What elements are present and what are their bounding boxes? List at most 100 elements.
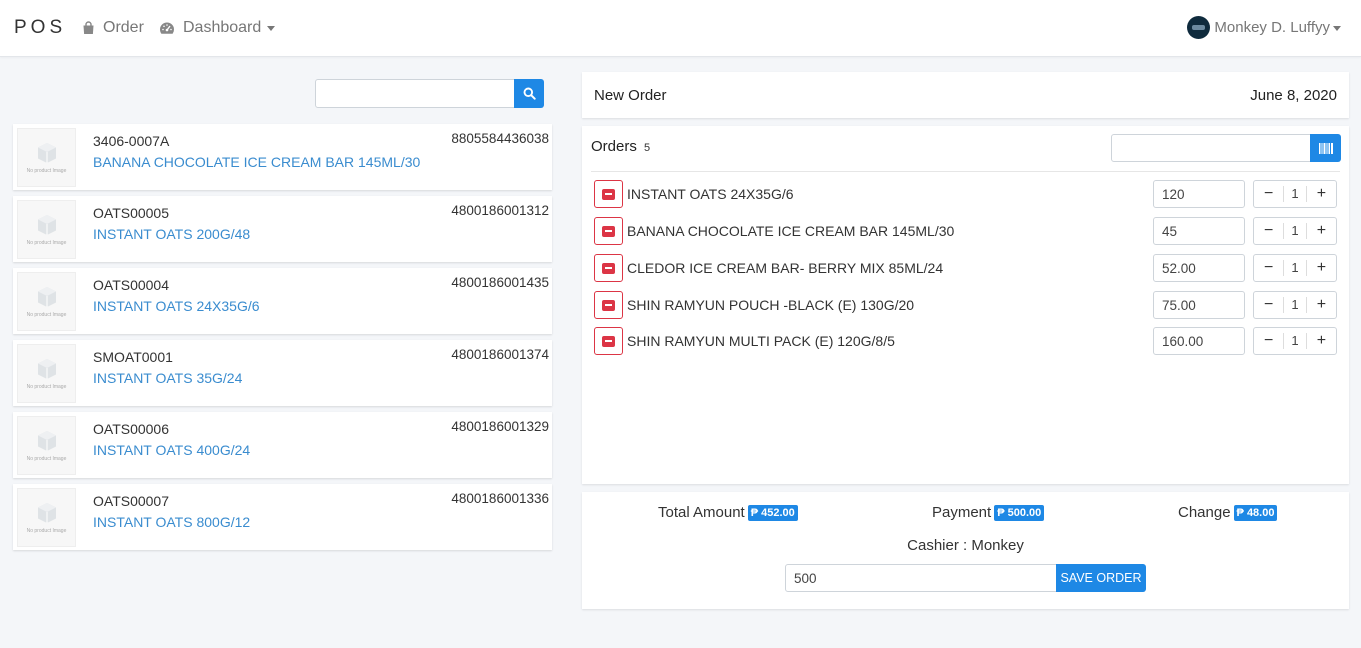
cube-icon [37,143,56,163]
user-menu[interactable]: Monkey D. Luffyy [1187,16,1341,39]
cube-icon [37,287,56,307]
order-item-name: SHIN RAMYUN MULTI PACK (E) 120G/8/5 [627,333,895,349]
total-amount-label: Total Amount [658,504,745,521]
nav-dashboard-dropdown[interactable]: Dashboard [159,19,276,37]
nav-order[interactable]: Order [82,19,144,37]
product-name[interactable]: INSTANT OATS 35G/24 [93,370,242,386]
quantity-value[interactable]: 1 [1283,333,1307,349]
product-name[interactable]: INSTANT OATS 200G/48 [93,226,250,242]
user-name: Monkey D. Luffyy [1214,19,1330,36]
product-barcode: 4800186001336 [451,491,549,506]
cube-icon [37,215,56,235]
decrement-button[interactable]: − [1254,218,1283,244]
total-amount: Total Amount ₱ 452.00 [658,504,798,521]
product-barcode: 4800186001374 [451,347,549,362]
product-image-placeholder: No product Image [17,344,76,403]
product-card[interactable]: No product Image OATS00005 INSTANT OATS … [13,196,552,262]
brand-logo[interactable]: POS [14,17,66,39]
order-item-price-input[interactable] [1153,327,1245,355]
product-name[interactable]: INSTANT OATS 400G/24 [93,442,250,458]
product-image-placeholder: No product Image [17,200,76,259]
shopping-bag-icon [83,21,94,34]
change-amount: Change ₱ 48.00 [1178,504,1278,521]
divider [591,171,1340,172]
decrement-button[interactable]: − [1254,181,1283,207]
decrement-button[interactable]: − [1254,328,1283,354]
remove-item-button[interactable] [594,180,623,208]
avatar [1187,16,1211,39]
orders-panel: Orders 5 INSTANT OATS 24X35G/6 − 1 + BAN… [582,126,1349,484]
order-item-name: SHIN RAMYUN POUCH -BLACK (E) 130G/20 [627,297,915,313]
remove-item-button[interactable] [594,291,623,319]
quantity-value[interactable]: 1 [1283,186,1307,202]
product-card[interactable]: No product Image OATS00007 INSTANT OATS … [13,484,552,550]
no-image-text: No product Image [26,240,67,246]
product-name[interactable]: INSTANT OATS 24X35G/6 [93,298,260,314]
change-badge: ₱ 48.00 [1233,504,1278,521]
decrement-button[interactable]: − [1254,255,1283,281]
nav-order-label: Order [103,19,144,36]
no-image-text: No product Image [26,312,67,318]
product-name[interactable]: BANANA CHOCOLATE ICE CREAM BAR 145ML/30 [93,154,420,170]
change-label: Change [1178,504,1231,521]
quantity-stepper: − 1 + [1253,291,1337,319]
no-image-text: No product Image [26,168,67,174]
order-header-panel: New Order June 8, 2020 [582,72,1349,118]
orders-label: Orders 5 [591,138,650,155]
product-search-input[interactable] [315,79,515,108]
quantity-value[interactable]: 1 [1283,260,1307,276]
navbar: POS Order Dashboard Monkey D. Luffyy [0,0,1361,57]
product-card[interactable]: No product Image OATS00006 INSTANT OATS … [13,412,552,478]
order-row: BANANA CHOCOLATE ICE CREAM BAR 145ML/30 … [594,217,1337,245]
product-card[interactable]: No product Image 3406-0007A BANANA CHOCO… [13,124,552,190]
decrement-button[interactable]: − [1254,292,1283,318]
nav-dashboard-label: Dashboard [183,19,262,36]
product-barcode: 4800186001312 [451,203,549,218]
barcode-scan-button[interactable] [1310,134,1341,162]
increment-button[interactable]: + [1307,328,1336,354]
product-card[interactable]: No product Image SMOAT0001 INSTANT OATS … [13,340,552,406]
order-item-price-input[interactable] [1153,217,1245,245]
payment-input[interactable] [785,564,1057,592]
quantity-stepper: − 1 + [1253,254,1337,282]
cube-icon [37,431,56,451]
product-search-button[interactable] [514,79,544,108]
increment-button[interactable]: + [1307,292,1336,318]
order-row: INSTANT OATS 24X35G/6 − 1 + [594,180,1337,208]
quantity-value[interactable]: 1 [1283,297,1307,313]
increment-button[interactable]: + [1307,218,1336,244]
order-row: SHIN RAMYUN MULTI PACK (E) 120G/8/5 − 1 … [594,327,1337,355]
remove-item-button[interactable] [594,254,623,282]
order-item-price-input[interactable] [1153,291,1245,319]
product-name[interactable]: INSTANT OATS 800G/12 [93,514,250,530]
order-row: CLEDOR ICE CREAM BAR- BERRY MIX 85ML/24 … [594,254,1337,282]
tachometer-icon [160,22,174,34]
product-code: OATS00005 [93,205,170,221]
remove-item-button[interactable] [594,327,623,355]
order-item-name: INSTANT OATS 24X35G/6 [627,186,794,202]
orders-label-text: Orders [591,138,637,155]
product-card[interactable]: No product Image OATS00004 INSTANT OATS … [13,268,552,334]
product-barcode: 8805584436038 [451,131,549,146]
quantity-stepper: − 1 + [1253,180,1337,208]
order-row: SHIN RAMYUN POUCH -BLACK (E) 130G/20 − 1… [594,291,1337,319]
payment-badge: ₱ 500.00 [994,504,1045,521]
product-image-placeholder: No product Image [17,488,76,547]
barcode-scan-input[interactable] [1111,134,1311,162]
caret-down-icon [267,26,276,31]
increment-button[interactable]: + [1307,255,1336,281]
order-date: June 8, 2020 [1250,87,1337,104]
minus-square-icon [602,225,615,237]
order-item-price-input[interactable] [1153,180,1245,208]
caret-down-icon [1333,25,1341,31]
product-image-placeholder: No product Image [17,128,76,187]
increment-button[interactable]: + [1307,181,1336,207]
save-order-button[interactable]: SAVE ORDER [1056,564,1146,592]
no-image-text: No product Image [26,456,67,462]
order-item-price-input[interactable] [1153,254,1245,282]
remove-item-button[interactable] [594,217,623,245]
order-item-name: BANANA CHOCOLATE ICE CREAM BAR 145ML/30 [627,223,955,239]
quantity-value[interactable]: 1 [1283,223,1307,239]
total-amount-badge: ₱ 452.00 [747,504,798,521]
payment-panel: Total Amount ₱ 452.00 Payment ₱ 500.00 C… [582,492,1349,609]
